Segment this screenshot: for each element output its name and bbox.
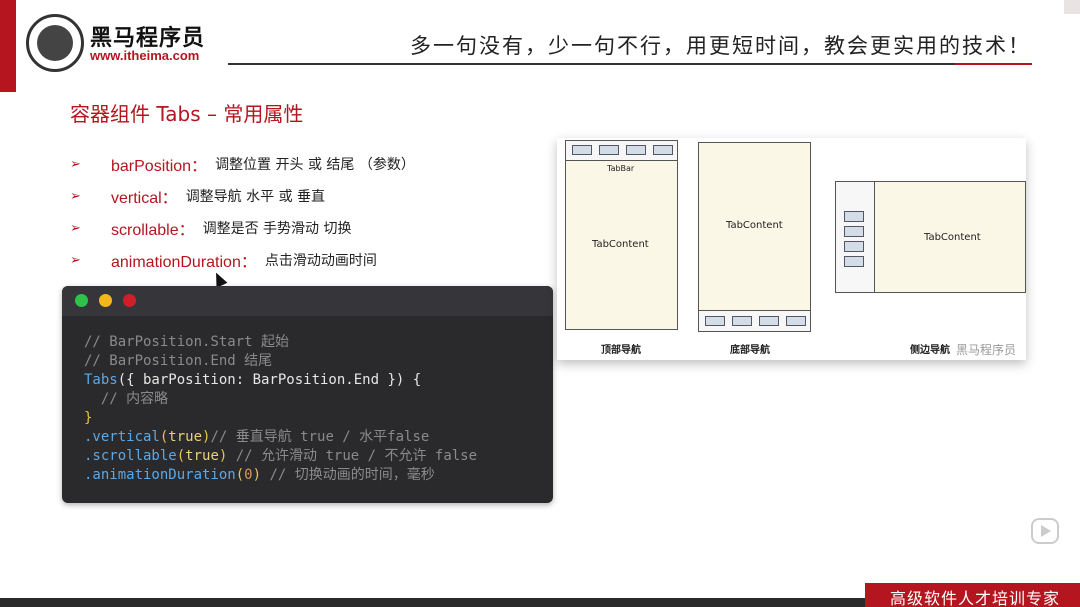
bottom-content-label: TabContent	[726, 220, 783, 231]
side-tabbar	[835, 181, 875, 293]
bullet-arrow-icon: ➢	[70, 156, 81, 172]
code-line: // 内容略	[84, 391, 169, 407]
code-line: }	[84, 410, 93, 426]
tabbar-label: TabBar	[607, 164, 635, 173]
slogan: 多一句没有，少一句不行，用更短时间，教会更实用的技术！	[410, 34, 1031, 58]
bullet-item: ➢ barPosition： 调整位置 开头 或 结尾 （参数）	[70, 148, 415, 180]
bullet-arrow-icon: ➢	[70, 220, 81, 236]
brand-url: www.itheima.com	[90, 48, 200, 63]
caption-bottom-nav: 底部导航	[730, 345, 770, 356]
bullet-item: ➢ vertical： 调整导航 水平 或 垂直	[70, 180, 415, 212]
tab-cell	[653, 145, 673, 155]
tabs-layout-diagram: TabBar TabContent 顶部导航 TabContent 底部导航 T…	[557, 138, 1026, 360]
caption-side-nav: 侧边导航	[910, 345, 950, 356]
bullet-item: ➢ animationDuration： 点击滑动动画时间	[70, 244, 415, 276]
bullet-name: barPosition：	[111, 158, 208, 175]
bullet-list: ➢ barPosition： 调整位置 开头 或 结尾 （参数） ➢ verti…	[70, 148, 415, 276]
tab-cell	[844, 226, 864, 237]
bullet-name: scrollable：	[111, 222, 195, 239]
tab-cell	[844, 241, 864, 252]
bullet-desc: 调整是否 手势滑动 切换	[202, 221, 352, 237]
green-dot-icon	[75, 294, 88, 307]
top-content-label: TabContent	[592, 239, 649, 250]
slide-title: 容器组件 Tabs – 常用属性	[70, 102, 304, 126]
brand-logo-icon	[26, 14, 84, 72]
tab-cell	[705, 316, 725, 326]
bullet-desc: 调整位置 开头 或 结尾 （参数）	[215, 157, 415, 173]
header-divider-accent	[955, 63, 1032, 65]
tab-cell	[759, 316, 779, 326]
header-divider	[228, 63, 1032, 65]
tab-cell	[599, 145, 619, 155]
diagram-watermark: 黑马程序员	[956, 343, 1017, 357]
code-line: Tabs({ barPosition: BarPosition.End }) {	[84, 372, 422, 388]
bottom-tabbar	[698, 310, 811, 332]
code-line: // BarPosition.Start 起始	[84, 334, 290, 350]
code-block: // BarPosition.Start 起始 // BarPosition.En…	[84, 333, 477, 485]
header-red-accent	[0, 0, 16, 92]
top-tabbar	[565, 140, 678, 161]
tab-cell	[732, 316, 752, 326]
code-window-titlebar	[62, 286, 553, 316]
tab-cell	[572, 145, 592, 155]
bullet-name: vertical：	[111, 190, 178, 207]
tab-cell	[626, 145, 646, 155]
footer-text: 高级软件人才培训专家	[890, 589, 1061, 607]
code-line: // BarPosition.End 结尾	[84, 353, 273, 369]
tab-cell	[786, 316, 806, 326]
play-button[interactable]	[1031, 518, 1059, 544]
side-content-label: TabContent	[924, 232, 981, 243]
bottom-nav-frame	[698, 142, 811, 332]
code-line: .animationDuration(0) // 切换动画的时间，毫秒	[84, 467, 435, 483]
play-icon	[1041, 525, 1051, 537]
code-line: .scrollable(true) // 允许滑动 true / 不允许 fal…	[84, 448, 478, 464]
bullet-name: animationDuration：	[111, 254, 257, 271]
bullet-arrow-icon: ➢	[70, 252, 81, 268]
code-line: .vertical(true)// 垂直导航 true / 水平false	[84, 429, 430, 445]
corner-marker	[1064, 0, 1080, 14]
caption-top-nav: 顶部导航	[601, 345, 641, 356]
bullet-arrow-icon: ➢	[70, 188, 81, 204]
code-window: // BarPosition.Start 起始 // BarPosition.En…	[62, 286, 553, 503]
tab-cell	[844, 256, 864, 267]
bullet-desc: 点击滑动动画时间	[264, 253, 377, 269]
yellow-dot-icon	[99, 294, 112, 307]
bullet-desc: 调整导航 水平 或 垂直	[185, 189, 326, 205]
tab-cell	[844, 211, 864, 222]
red-dot-icon	[123, 294, 136, 307]
bullet-item: ➢ scrollable： 调整是否 手势滑动 切换	[70, 212, 415, 244]
